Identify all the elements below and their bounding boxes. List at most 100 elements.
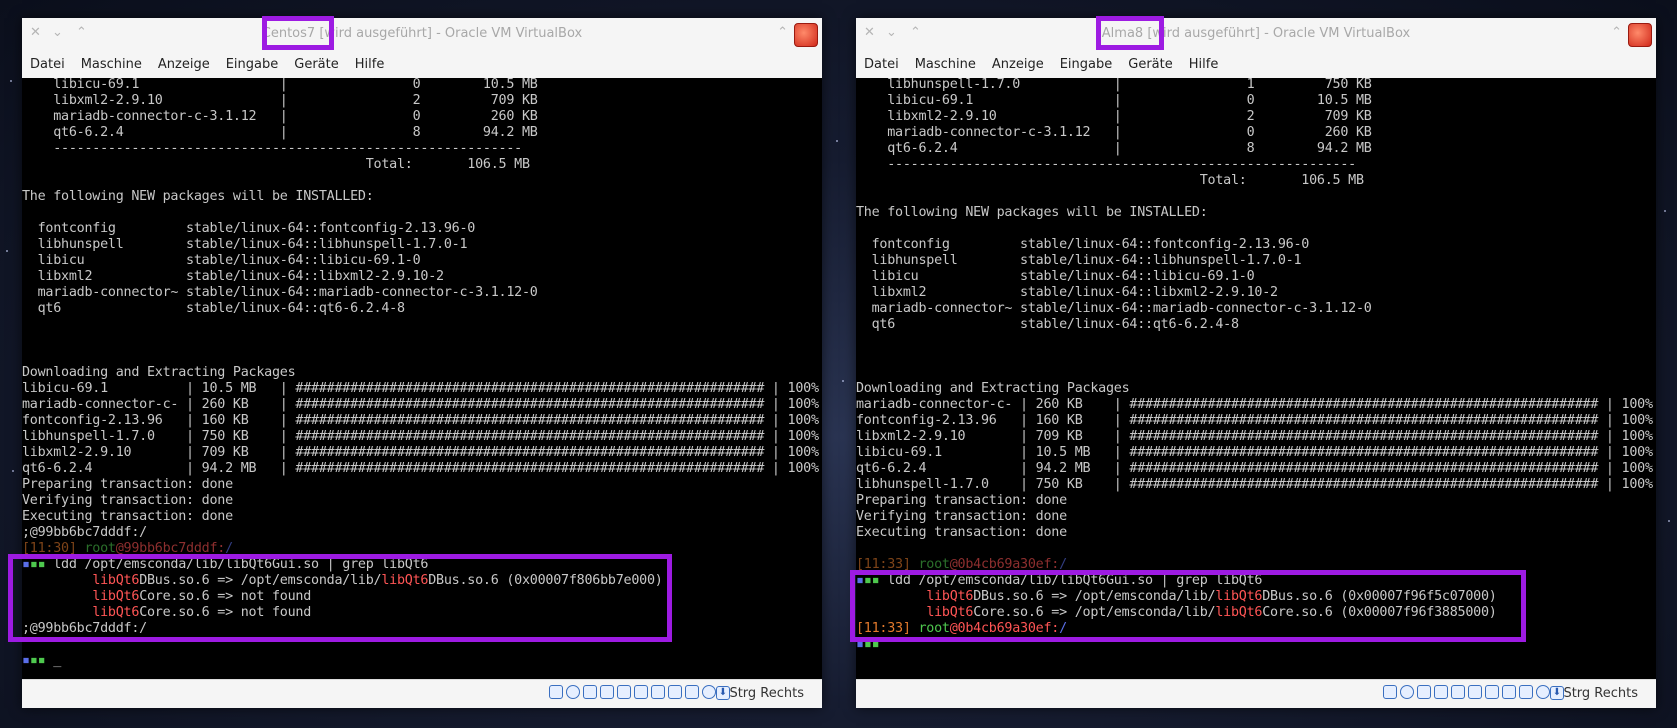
status-icons — [1383, 685, 1550, 699]
titlebar[interactable]: ✕ ⌄ ⌃ Alma8 [wird ausgeführt] - Oracle V… — [856, 16, 1656, 51]
optical-drive-icon[interactable] — [1400, 685, 1414, 699]
terminal-line: Preparing transaction: done — [22, 477, 233, 492]
keyboard-capture-icon[interactable]: ⬇ — [1550, 686, 1564, 700]
title-suffix: [wird ausgeführt] - Oracle VM VirtualBox — [315, 26, 583, 41]
terminal-line: libxml2-2.9.10 | 709 KB | ##############… — [856, 429, 1653, 444]
terminal-line: libicu-69.1 | 10.5 MB | ################… — [22, 381, 819, 396]
terminal-line: qt6-6.2.4 | 8 94.2 MB — [22, 125, 538, 140]
statusbar: ⬇ Strg Rechts — [856, 679, 1656, 708]
star — [10, 80, 12, 82]
terminal-line: qt6 stable/linux-64::qt6-6.2.4-8 — [22, 301, 405, 316]
title-highlight-box — [1096, 16, 1164, 50]
title-suffix: [wird ausgeführt] - Oracle VM VirtualBox — [1143, 26, 1411, 41]
terminal-line: qt6-6.2.4 | 8 94.2 MB — [856, 141, 1372, 156]
menu-item-5[interactable]: Hilfe — [355, 57, 385, 72]
terminal-line: ;@99bb6bc7dddf:/ — [22, 525, 147, 540]
menu-item-4[interactable]: Geräte — [1128, 57, 1172, 72]
host-key-label: Strg Rechts — [729, 686, 804, 701]
menu-item-0[interactable]: Datei — [864, 57, 899, 72]
terminal-line: Preparing transaction: done — [856, 493, 1067, 508]
keep-above-icon[interactable]: ⌃ — [1611, 25, 1622, 40]
star — [836, 140, 838, 142]
host-key-label: Strg Rechts — [1563, 686, 1638, 701]
terminal-line: Downloading and Extracting Packages — [22, 365, 296, 380]
star — [12, 470, 14, 472]
optical-drive-icon[interactable] — [566, 685, 580, 699]
shared-folders-icon[interactable] — [634, 685, 648, 699]
terminal-line: fontconfig stable/linux-64::fontconfig-2… — [856, 237, 1310, 252]
usb-icon[interactable] — [617, 685, 631, 699]
terminal-line: qt6-6.2.4 | 94.2 MB | ##################… — [856, 461, 1653, 476]
star — [842, 380, 844, 382]
statusbar: ⬇ Strg Rechts — [22, 679, 822, 708]
cursor: _ — [53, 653, 62, 668]
terminal-line: The following NEW packages will be INSTA… — [22, 189, 374, 204]
terminal-line: libicu-69.1 | 0 10.5 MB — [22, 78, 538, 92]
terminal-line: Executing transaction: done — [856, 525, 1067, 540]
menu-item-0[interactable]: Datei — [30, 57, 65, 72]
audio-icon[interactable] — [1417, 685, 1431, 699]
window-title: Centos7 [wird ausgeführt] - Oracle VM Vi… — [22, 26, 822, 41]
terminal-line: libhunspell stable/linux-64::libhunspell… — [22, 237, 468, 252]
terminal-line: libicu-69.1 | 0 10.5 MB — [856, 93, 1372, 108]
terminal-line: ----------------------------------------… — [856, 157, 1356, 172]
audio-icon[interactable] — [583, 685, 597, 699]
usb-icon[interactable] — [1451, 685, 1465, 699]
display-icon[interactable] — [1485, 685, 1499, 699]
display-icon[interactable] — [651, 685, 665, 699]
vm-window-alma8[interactable]: ✕ ⌄ ⌃ Alma8 [wird ausgeführt] - Oracle V… — [850, 16, 1656, 708]
menu-item-4[interactable]: Geräte — [294, 57, 338, 72]
terminal-line: libhunspell stable/linux-64::libhunspell… — [856, 253, 1302, 268]
terminal-line: libicu stable/linux-64::libicu-69.1-0 — [856, 269, 1255, 284]
terminal-line: ----------------------------------------… — [22, 141, 522, 156]
terminal-line: libxml2-2.9.10 | 709 KB | ##############… — [22, 445, 819, 460]
mouse-integration-icon[interactable] — [1536, 685, 1550, 699]
virtualbox-logo-icon — [1628, 23, 1652, 47]
menu-item-1[interactable]: Maschine — [915, 57, 976, 72]
virtualbox-logo-icon — [794, 23, 818, 47]
terminal-line: fontconfig-2.13.96 | 160 KB | ##########… — [856, 413, 1653, 428]
terminal-line: qt6-6.2.4 | 94.2 MB | ##################… — [22, 461, 819, 476]
star — [6, 250, 8, 252]
star — [1668, 520, 1670, 522]
menu-item-2[interactable]: Anzeige — [158, 57, 210, 72]
title-highlight-box — [262, 16, 334, 50]
menu-item-1[interactable]: Maschine — [81, 57, 142, 72]
harddisk-icon[interactable] — [549, 685, 563, 699]
recording-icon[interactable] — [1502, 685, 1516, 699]
network-icon[interactable] — [600, 685, 614, 699]
terminal-line: fontconfig-2.13.96 | 160 KB | ##########… — [22, 413, 819, 428]
terminal-line: libhunspell-1.7.0 | 750 KB | ###########… — [856, 477, 1653, 492]
network-icon[interactable] — [1434, 685, 1448, 699]
menubar: Datei Maschine Anzeige Eingabe Geräte Hilfe — [856, 50, 1656, 78]
vm-window-centos7[interactable]: ✕ ⌄ ⌃ Centos7 [wird ausgeführt] - Oracle… — [8, 16, 822, 708]
window-title: Alma8 [wird ausgeführt] - Oracle VM Virt… — [856, 26, 1656, 41]
terminal-line: mariadb-connector~ stable/linux-64::mari… — [22, 285, 538, 300]
terminal-line: The following NEW packages will be INSTA… — [856, 205, 1208, 220]
terminal-line: mariadb-connector~ stable/linux-64::mari… — [856, 301, 1372, 316]
titlebar[interactable]: ✕ ⌄ ⌃ Centos7 [wird ausgeführt] - Oracle… — [22, 16, 822, 51]
star — [1664, 210, 1666, 212]
virtualization-icon[interactable] — [685, 685, 699, 699]
mouse-integration-icon[interactable] — [702, 685, 716, 699]
menu-item-5[interactable]: Hilfe — [1189, 57, 1219, 72]
menu-item-3[interactable]: Eingabe — [1060, 57, 1113, 72]
recording-icon[interactable] — [668, 685, 682, 699]
virtualization-icon[interactable] — [1519, 685, 1533, 699]
terminal-line: libhunspell-1.7.0 | 750 KB | ###########… — [22, 429, 819, 444]
keep-above-icon[interactable]: ⌃ — [777, 25, 788, 40]
terminal-line: libxml2-2.9.10 | 2 709 KB — [856, 109, 1372, 124]
terminal-line: Verifying transaction: done — [856, 509, 1067, 524]
terminal-line: Total: 106.5 MB — [22, 157, 530, 172]
terminal-line: mariadb-connector-c-3.1.12 | 0 260 KB — [856, 125, 1372, 140]
output-highlight-box — [8, 554, 672, 642]
output-highlight-box — [850, 570, 1526, 642]
menu-item-3[interactable]: Eingabe — [226, 57, 279, 72]
keyboard-capture-icon[interactable]: ⬇ — [716, 686, 730, 700]
terminal-line: mariadb-connector-c- | 260 KB | ########… — [856, 397, 1653, 412]
status-icons — [549, 685, 716, 699]
menu-item-2[interactable]: Anzeige — [992, 57, 1044, 72]
terminal-line: libhunspell-1.7.0 | 1 750 KB — [856, 78, 1372, 92]
shared-folders-icon[interactable] — [1468, 685, 1482, 699]
harddisk-icon[interactable] — [1383, 685, 1397, 699]
